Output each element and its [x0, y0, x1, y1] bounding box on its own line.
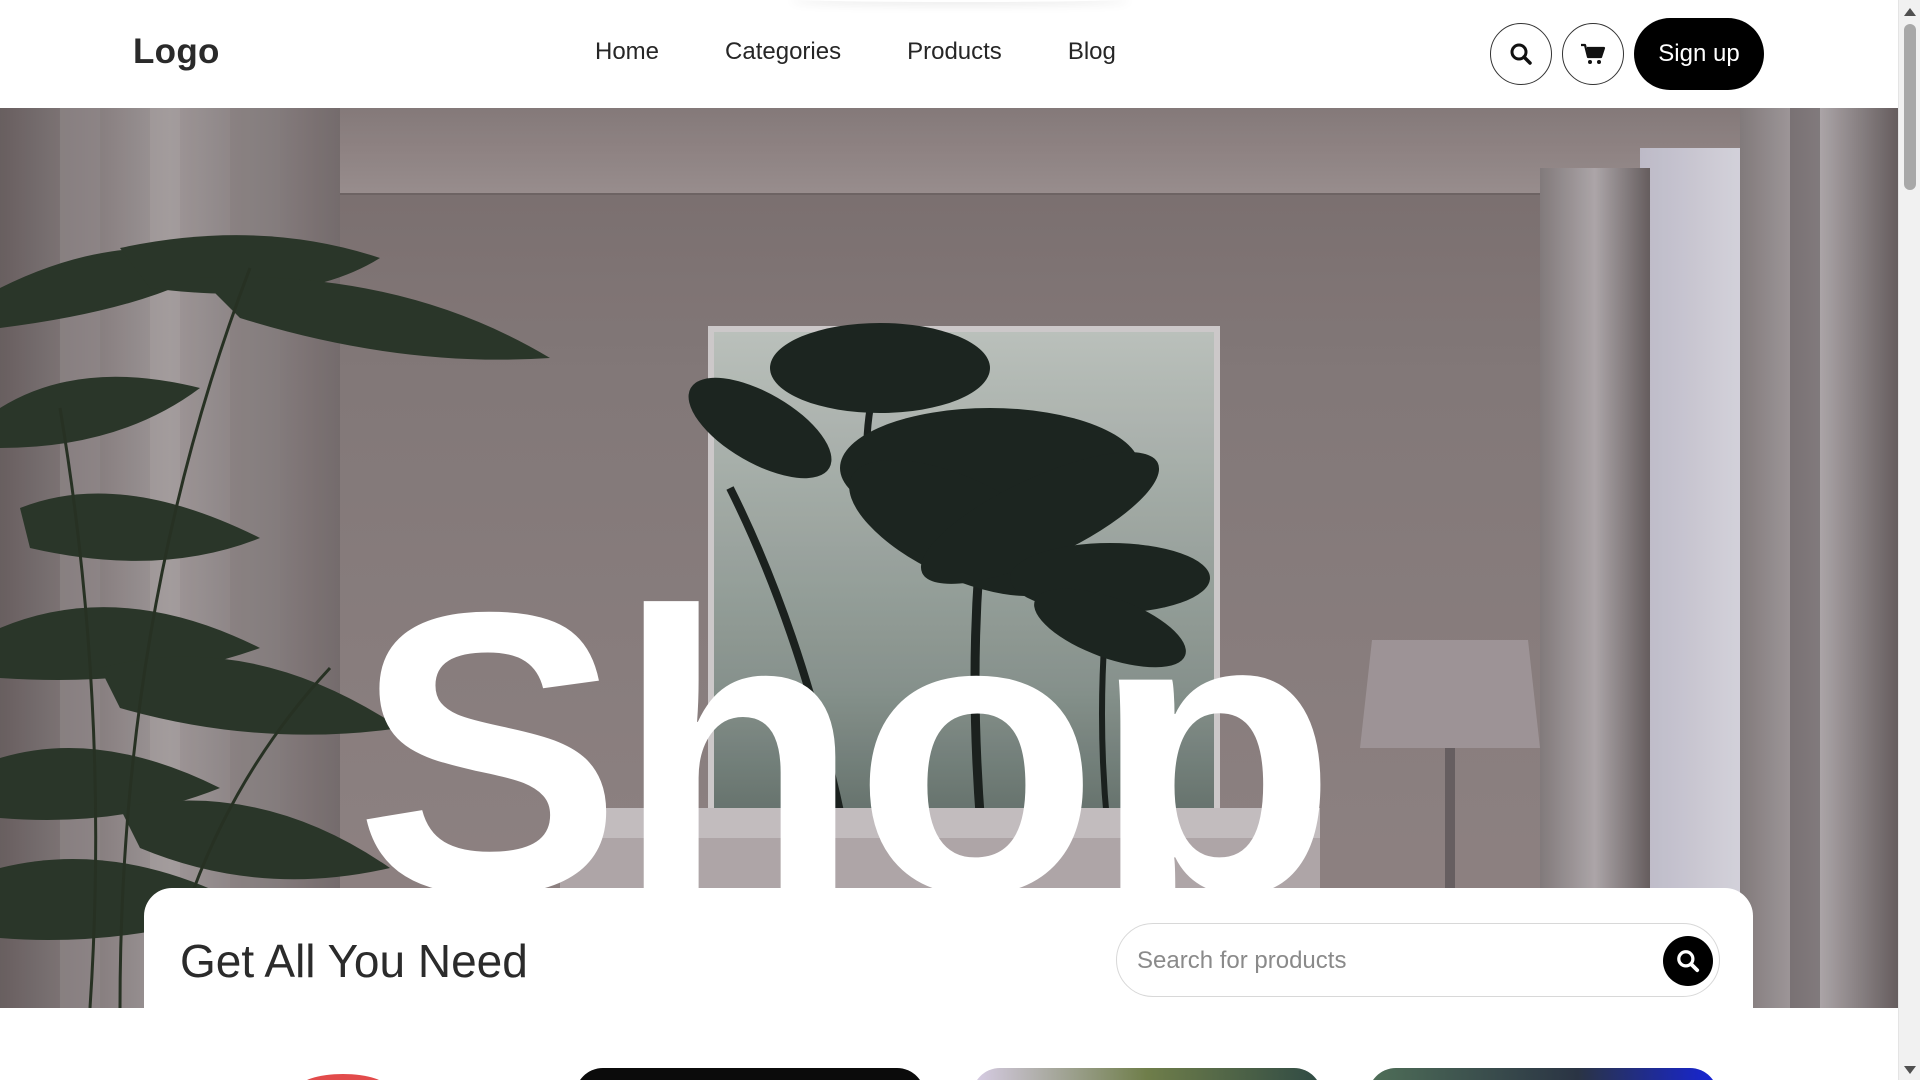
main-nav: Home Categories Products Blog	[595, 38, 1182, 66]
scroll-down-arrow-icon[interactable]	[1904, 1066, 1916, 1074]
product-card-4[interactable]	[1368, 1068, 1718, 1080]
product-card-2[interactable]	[575, 1068, 925, 1080]
nav-products[interactable]: Products	[907, 38, 1002, 66]
nav-blog[interactable]: Blog	[1068, 38, 1116, 66]
product-search-box	[1116, 923, 1720, 997]
product-card-3[interactable]	[972, 1068, 1322, 1080]
product-search-input[interactable]	[1137, 944, 1637, 978]
scroll-thumb[interactable]	[1904, 24, 1916, 190]
product-thumbnail	[298, 1074, 388, 1080]
nav-home[interactable]: Home	[595, 38, 659, 66]
header-shadow	[790, 0, 1130, 2]
search-icon	[1677, 950, 1700, 973]
cart-icon	[1581, 43, 1606, 64]
hero-search-panel: Get All You Need	[144, 888, 1753, 1028]
search-icon	[1510, 43, 1532, 65]
panel-title: Get All You Need	[180, 935, 528, 987]
header-search-button[interactable]	[1490, 23, 1552, 85]
logo[interactable]: Logo	[133, 32, 220, 72]
product-search-submit[interactable]	[1663, 936, 1713, 986]
product-card-1[interactable]	[178, 1068, 528, 1080]
page-scrollbar[interactable]	[1898, 0, 1920, 1080]
hero-banner: Shop	[0, 108, 1898, 1008]
nav-categories[interactable]: Categories	[725, 38, 841, 66]
signup-button[interactable]: Sign up	[1634, 18, 1764, 90]
header-cart-button[interactable]	[1562, 23, 1624, 85]
scroll-up-arrow-icon[interactable]	[1904, 8, 1916, 16]
site-header: Logo Home Categories Products Blog Sign …	[0, 0, 1898, 108]
